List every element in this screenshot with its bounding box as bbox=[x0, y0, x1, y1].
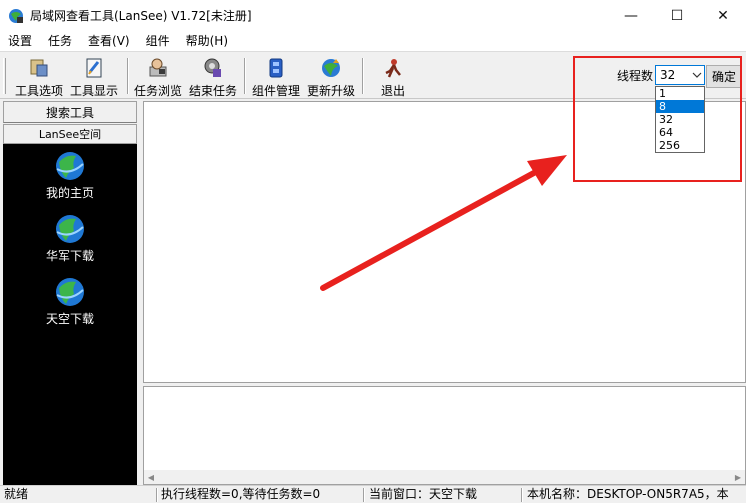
window-title: 局域网查看工具(LanSee) V1.72[未注册] bbox=[30, 9, 252, 23]
status-thread-count: 执行线程数=0,等待任务数=0 bbox=[161, 487, 321, 501]
thread-count-label: 线程数 bbox=[617, 69, 654, 83]
toolbar-grip[interactable] bbox=[3, 58, 6, 94]
menu-task[interactable]: 任务 bbox=[40, 31, 80, 51]
end-task-label: 结束任务 bbox=[188, 84, 237, 98]
close-button[interactable]: ✕ bbox=[700, 0, 746, 31]
status-machine-name: 本机名称：DESKTOP-ON5R7A5，本 bbox=[527, 487, 729, 501]
toolbar-separator bbox=[362, 58, 364, 94]
lansee-space-tab[interactable]: LanSee空间 bbox=[3, 124, 137, 144]
left-panel: 搜索工具 LanSee空间 我的主页 华军下载 天空下载 bbox=[3, 101, 137, 485]
menu-bar: 设置 任务 查看(V) 组件 帮助(H) bbox=[0, 31, 746, 51]
nav-list: 我的主页 华军下载 天空下载 bbox=[3, 144, 137, 485]
confirm-button[interactable]: 确定 bbox=[706, 65, 742, 88]
component-manage-button[interactable]: 组件管理 bbox=[250, 55, 302, 98]
exit-label: 退出 bbox=[380, 84, 405, 98]
nav-item-tiankong-download[interactable]: 天空下载 bbox=[3, 276, 137, 327]
log-panel[interactable]: ◀ ▶ bbox=[143, 386, 746, 485]
menu-component[interactable]: 组件 bbox=[138, 31, 178, 51]
nav-item-my-homepage[interactable]: 我的主页 bbox=[3, 150, 137, 201]
chevron-down-icon[interactable] bbox=[690, 66, 704, 84]
tool-display-button[interactable]: 工具显示 bbox=[68, 55, 120, 98]
update-label: 更新升级 bbox=[306, 84, 355, 98]
tool-options-icon bbox=[28, 57, 50, 79]
status-separator bbox=[156, 488, 158, 502]
tool-display-icon bbox=[83, 57, 105, 79]
globe-icon bbox=[54, 213, 86, 245]
toolbar-separator bbox=[127, 58, 129, 94]
thread-count-value: 32 bbox=[660, 68, 676, 82]
search-tools-tab[interactable]: 搜索工具 bbox=[3, 101, 137, 123]
status-ready: 就绪 bbox=[4, 487, 29, 501]
task-browse-button[interactable]: 任务浏览 bbox=[132, 55, 184, 98]
globe-icon bbox=[54, 150, 86, 182]
globe-icon bbox=[54, 276, 86, 308]
thread-count-select[interactable]: 32 bbox=[655, 65, 705, 85]
update-icon bbox=[320, 57, 342, 79]
exit-button[interactable]: 退出 bbox=[370, 55, 416, 98]
update-button[interactable]: 更新升级 bbox=[305, 55, 357, 98]
tool-display-label: 工具显示 bbox=[69, 84, 118, 98]
thread-count-dropdown: 1 8 32 64 256 bbox=[655, 86, 705, 153]
title-bar[interactable]: 局域网查看工具(LanSee) V1.72[未注册] — ☐ ✕ bbox=[0, 0, 746, 31]
exit-icon bbox=[382, 57, 404, 79]
app-icon bbox=[8, 8, 24, 24]
nav-item-label: 天空下载 bbox=[45, 312, 94, 326]
horizontal-scrollbar[interactable]: ◀ ▶ bbox=[144, 470, 745, 484]
end-task-icon bbox=[202, 57, 224, 79]
nav-item-label: 华军下载 bbox=[45, 249, 94, 263]
nav-item-huajun-download[interactable]: 华军下载 bbox=[3, 213, 137, 264]
component-manage-icon bbox=[265, 57, 287, 79]
menu-view[interactable]: 查看(V) bbox=[80, 31, 138, 51]
nav-item-label: 我的主页 bbox=[45, 186, 94, 200]
scroll-right-icon[interactable]: ▶ bbox=[731, 470, 745, 484]
tool-options-button[interactable]: 工具选项 bbox=[13, 55, 65, 98]
maximize-button[interactable]: ☐ bbox=[654, 0, 700, 31]
dropdown-option-1[interactable]: 1 bbox=[656, 87, 704, 100]
dropdown-option-8[interactable]: 8 bbox=[656, 100, 704, 113]
task-browse-label: 任务浏览 bbox=[133, 84, 182, 98]
scroll-left-icon[interactable]: ◀ bbox=[144, 470, 158, 484]
status-separator bbox=[363, 488, 365, 502]
task-browse-icon bbox=[147, 57, 169, 79]
end-task-button[interactable]: 结束任务 bbox=[187, 55, 239, 98]
dropdown-option-32[interactable]: 32 bbox=[656, 113, 704, 126]
component-manage-label: 组件管理 bbox=[251, 84, 300, 98]
status-bar: 就绪 执行线程数=0,等待任务数=0 当前窗口：天空下载 本机名称：DESKTO… bbox=[0, 485, 746, 503]
status-current-window: 当前窗口：天空下载 bbox=[369, 487, 478, 501]
menu-settings[interactable]: 设置 bbox=[0, 31, 40, 51]
status-separator bbox=[521, 488, 523, 502]
toolbar-separator bbox=[244, 58, 246, 94]
minimize-button[interactable]: — bbox=[608, 0, 654, 31]
menu-help[interactable]: 帮助(H) bbox=[178, 31, 236, 51]
dropdown-option-64[interactable]: 64 bbox=[656, 126, 704, 139]
tool-options-label: 工具选项 bbox=[14, 84, 63, 98]
dropdown-option-256[interactable]: 256 bbox=[656, 139, 704, 152]
